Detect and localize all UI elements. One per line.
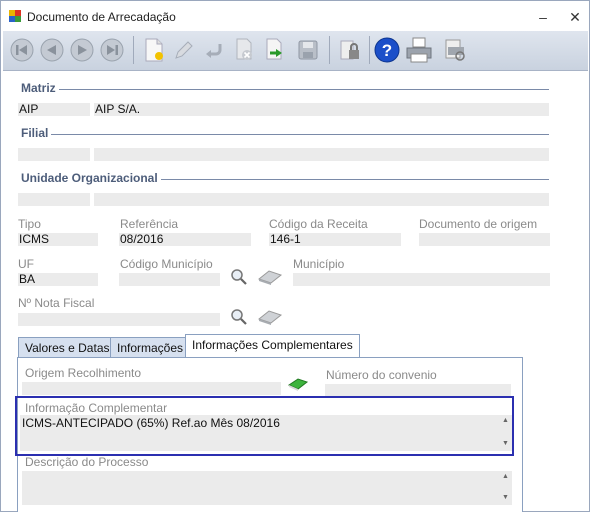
- search-municipio-icon[interactable]: [230, 268, 248, 289]
- clear-nota-icon[interactable]: [257, 308, 283, 329]
- documento-origem-field[interactable]: [419, 233, 550, 246]
- selection-highlight: [15, 396, 514, 456]
- matriz-name-field[interactable]: AIP S/A.: [94, 103, 549, 116]
- title-bar: Documento de Arrecadação – ✕: [1, 1, 589, 31]
- descricao-processo-label: Descrição do Processo: [25, 455, 149, 469]
- help-icon[interactable]: ?: [372, 34, 402, 66]
- referencia-field[interactable]: 08/2016: [119, 233, 251, 246]
- filial-group-title: Filial: [21, 126, 49, 140]
- nota-fiscal-field[interactable]: [18, 313, 220, 326]
- previous-record-icon[interactable]: [37, 34, 67, 66]
- tab-informacoes[interactable]: Informações: [110, 337, 191, 359]
- app-icon: [9, 10, 21, 22]
- origem-field[interactable]: [22, 382, 281, 395]
- search-nota-icon[interactable]: [230, 308, 248, 329]
- lock-icon[interactable]: [335, 34, 365, 66]
- codigo-receita-field[interactable]: 146-1: [269, 233, 401, 246]
- convenio-label: Número do convenio: [326, 368, 437, 382]
- minimize-button[interactable]: –: [529, 7, 557, 27]
- save-icon[interactable]: [293, 34, 323, 66]
- matriz-divider: [59, 89, 549, 90]
- matriz-code-field[interactable]: AIP: [18, 103, 90, 116]
- municipio-label: Município: [293, 257, 345, 271]
- window-title: Documento de Arrecadação: [27, 10, 176, 24]
- toolbar: ?: [3, 31, 588, 71]
- unidade-name-field[interactable]: [94, 193, 549, 206]
- nota-fiscal-label: Nº Nota Fiscal: [18, 296, 95, 310]
- documento-origem-label: Documento de origem: [419, 217, 538, 231]
- filial-name-field[interactable]: [94, 148, 549, 161]
- tab-valores-datas[interactable]: Valores e Datas: [18, 337, 117, 359]
- tipo-label: Tipo: [18, 217, 41, 231]
- filial-code-field[interactable]: [18, 148, 90, 161]
- tab-informacoes-complementares[interactable]: Informações Complementares: [185, 334, 360, 358]
- codigo-municipio-field[interactable]: [119, 273, 220, 286]
- first-record-icon[interactable]: [7, 34, 37, 66]
- unidade-code-field[interactable]: [18, 193, 90, 206]
- export-icon[interactable]: [259, 34, 289, 66]
- codigo-receita-label: Código da Receita: [269, 217, 368, 231]
- print-icon[interactable]: [404, 34, 434, 66]
- edit-icon[interactable]: [169, 34, 199, 66]
- new-document-icon[interactable]: [139, 34, 169, 66]
- svg-text:?: ?: [382, 41, 392, 60]
- close-button[interactable]: ✕: [561, 7, 589, 27]
- origem-label: Origem Recolhimento: [25, 366, 142, 380]
- descricao-processo-textarea[interactable]: [22, 471, 500, 505]
- tipo-field[interactable]: ICMS: [18, 233, 98, 246]
- last-record-icon[interactable]: [97, 34, 127, 66]
- codigo-municipio-label: Código Município: [120, 257, 213, 271]
- clear-municipio-icon[interactable]: [257, 268, 283, 289]
- next-record-icon[interactable]: [67, 34, 97, 66]
- undo-icon[interactable]: [199, 34, 229, 66]
- green-eraser-icon[interactable]: [287, 376, 309, 395]
- matriz-group-title: Matriz: [21, 81, 56, 95]
- unidade-group-title: Unidade Organizacional: [21, 171, 158, 185]
- uf-label: UF: [18, 257, 34, 271]
- delete-icon[interactable]: [229, 34, 259, 66]
- filial-divider: [51, 134, 549, 135]
- main-window: Documento de Arrecadação – ✕ ? Matriz AI…: [0, 0, 590, 512]
- descricao-scrollbar[interactable]: ▲ ▼: [500, 471, 512, 505]
- uf-field[interactable]: BA: [18, 273, 98, 286]
- municipio-field[interactable]: [293, 273, 550, 286]
- referencia-label: Referência: [120, 217, 179, 231]
- print-preview-icon[interactable]: [440, 34, 470, 66]
- unidade-divider: [161, 179, 549, 180]
